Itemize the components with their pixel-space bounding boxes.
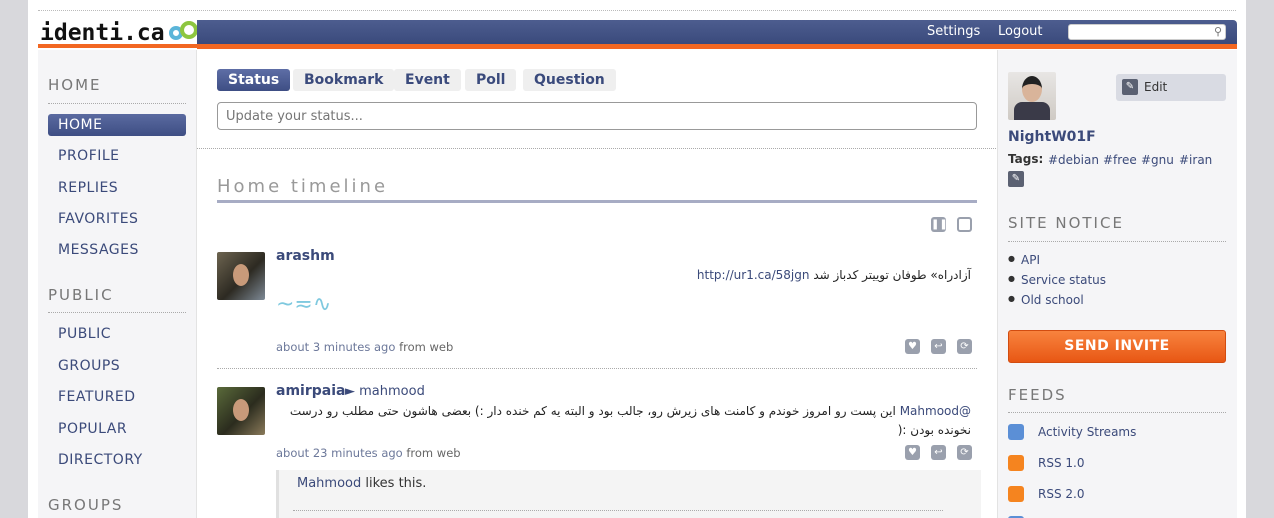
tags-label: Tags: bbox=[1008, 152, 1044, 166]
favorite-icon[interactable]: ♥ bbox=[905, 445, 920, 460]
nav-directory[interactable]: DIRECTORY bbox=[48, 449, 186, 471]
feeds-heading: FEEDS bbox=[1008, 386, 1067, 404]
nav-messages[interactable]: MESSAGES bbox=[48, 239, 186, 261]
profile-nickname[interactable]: NightW01F bbox=[1008, 129, 1096, 145]
site-notice-heading: SITE NOTICE bbox=[1008, 214, 1124, 232]
left-sidebar: HOME HOME PROFILE REPLIES FAVORITES MESS… bbox=[38, 50, 197, 518]
edit-tags-icon[interactable]: ✎ bbox=[1008, 171, 1024, 187]
tab-bookmark[interactable]: Bookmark bbox=[293, 69, 395, 91]
tab-event[interactable]: Event bbox=[394, 69, 461, 91]
tab-status[interactable]: Status bbox=[217, 69, 291, 91]
notice-source: web bbox=[436, 446, 461, 460]
notice-source-prefix: from bbox=[399, 340, 426, 354]
notice-author[interactable]: amirpaia bbox=[276, 383, 345, 399]
nav-replies[interactable]: REPLIES bbox=[48, 177, 186, 199]
notice-body: این پست رو امروز خوندم و کامنت های زیرش … bbox=[289, 404, 971, 437]
search-input[interactable] bbox=[1068, 24, 1226, 40]
feed-rss1[interactable]: RSS 1.0 bbox=[1038, 456, 1084, 470]
page: identi.ca Settings Logout ⚲ HOME HOME PR… bbox=[28, 0, 1246, 518]
nav-home[interactable]: HOME bbox=[48, 114, 186, 136]
notice-time-link[interactable]: about 23 minutes ago bbox=[276, 446, 403, 460]
top-divider bbox=[38, 10, 1236, 11]
main-content: Status Bookmark Event Poll Question Home… bbox=[197, 50, 998, 518]
notice-source: web bbox=[429, 340, 454, 354]
right-sidebar: ✎ Edit NightW01F Tags: #debian #free #gn… bbox=[997, 50, 1237, 518]
feed-rss2[interactable]: RSS 2.0 bbox=[1038, 487, 1084, 501]
likes-box: Mahmood likes this. bbox=[276, 470, 981, 518]
notice-meta: about 23 minutes ago from web bbox=[276, 446, 461, 460]
popout-icon[interactable] bbox=[957, 217, 972, 232]
api-link[interactable]: API bbox=[1021, 253, 1040, 267]
home-heading: HOME bbox=[48, 76, 102, 94]
service-status-link[interactable]: Service status bbox=[1021, 273, 1106, 287]
notice-body: آزادراه» طوفان توییتر کدباز شد bbox=[813, 268, 971, 282]
mention-link[interactable]: @Mahmood bbox=[900, 404, 971, 418]
public-heading: PUBLIC bbox=[48, 286, 114, 304]
notice-text: آزادراه» طوفان توییتر کدباز شد http://ur… bbox=[276, 266, 971, 285]
nav-public[interactable]: PUBLIC bbox=[48, 323, 186, 345]
groups-heading: GROUPS bbox=[48, 496, 124, 514]
profile-avatar[interactable] bbox=[1008, 72, 1056, 120]
repeat-icon[interactable]: ⟳ bbox=[957, 445, 972, 460]
edit-profile-button[interactable]: ✎ Edit bbox=[1116, 74, 1226, 101]
notice-time-link[interactable]: about 3 minutes ago bbox=[276, 340, 395, 354]
logout-link[interactable]: Logout bbox=[998, 24, 1043, 39]
likes-text: likes this. bbox=[365, 476, 427, 491]
repeat-icon[interactable]: ⟳ bbox=[957, 339, 972, 354]
tab-question[interactable]: Question bbox=[523, 69, 616, 91]
tag-link[interactable]: #debian bbox=[1048, 153, 1099, 167]
rss-icon[interactable] bbox=[1008, 486, 1024, 502]
pause-icon[interactable]: ❚❚ bbox=[931, 217, 948, 232]
avatar-amirpaia[interactable] bbox=[217, 387, 265, 435]
notice-author[interactable]: arashm bbox=[276, 248, 335, 264]
bullet-icon: ● bbox=[1008, 274, 1015, 283]
status-input[interactable] bbox=[217, 102, 977, 130]
feed-activity-streams[interactable]: Activity Streams bbox=[1038, 425, 1136, 439]
attachment-thumbnail-icon[interactable]: ~≂∿ bbox=[276, 292, 344, 328]
search-icon[interactable]: ⚲ bbox=[1211, 25, 1225, 39]
notice-link[interactable]: http://ur1.ca/58jgn bbox=[697, 268, 810, 282]
tag-link[interactable]: #gnu bbox=[1141, 153, 1174, 167]
nav-favorites[interactable]: FAVORITES bbox=[48, 208, 186, 230]
bullet-icon: ● bbox=[1008, 294, 1015, 303]
favorite-icon[interactable]: ♥ bbox=[905, 339, 920, 354]
tab-poll[interactable]: Poll bbox=[465, 69, 517, 91]
logo-text: identi.ca bbox=[40, 20, 165, 46]
reply-to-link[interactable]: ► mahmood bbox=[345, 384, 425, 399]
bullet-icon: ● bbox=[1008, 254, 1015, 263]
rss-icon[interactable] bbox=[1008, 455, 1024, 471]
pencil-icon: ✎ bbox=[1122, 79, 1138, 95]
timeline-rule bbox=[217, 200, 977, 203]
notice-meta: about 3 minutes ago from web bbox=[276, 340, 453, 354]
header-accent-line bbox=[197, 44, 1237, 49]
nav-profile[interactable]: PROFILE bbox=[48, 145, 186, 167]
nav-popular[interactable]: POPULAR bbox=[48, 418, 186, 440]
nav-groups[interactable]: GROUPS bbox=[48, 355, 186, 377]
notice-source-prefix: from bbox=[406, 446, 434, 460]
reply-icon[interactable]: ↩ bbox=[931, 445, 946, 460]
send-invite-button[interactable]: SEND INVITE bbox=[1008, 330, 1226, 363]
avatar-arashm[interactable] bbox=[217, 252, 265, 300]
notice-text: @Mahmood این پست رو امروز خوندم و کامنت … bbox=[286, 402, 971, 440]
likes-line: Mahmood likes this. bbox=[297, 476, 426, 491]
edit-label: Edit bbox=[1144, 80, 1168, 94]
liker-link[interactable]: Mahmood bbox=[297, 476, 361, 491]
tag-link[interactable]: #free bbox=[1103, 153, 1137, 167]
activity-streams-icon[interactable] bbox=[1008, 424, 1024, 440]
timeline-title: Home timeline bbox=[217, 176, 389, 197]
logo-underline bbox=[38, 44, 198, 48]
settings-link[interactable]: Settings bbox=[927, 24, 980, 39]
reply-icon[interactable]: ↩ bbox=[931, 339, 946, 354]
old-school-link[interactable]: Old school bbox=[1021, 293, 1084, 307]
tag-link[interactable]: #iran bbox=[1179, 153, 1212, 167]
nav-featured[interactable]: FEATURED bbox=[48, 386, 186, 408]
